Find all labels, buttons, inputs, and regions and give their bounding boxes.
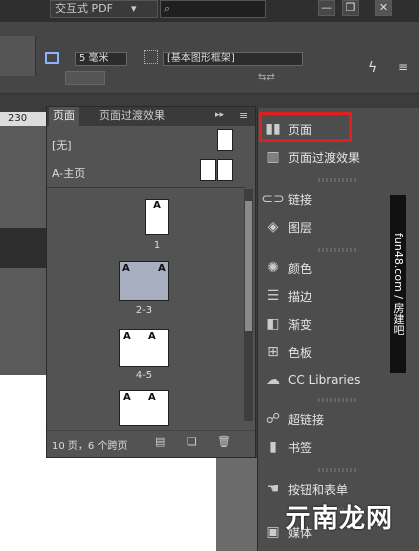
spread-label: 2-3 xyxy=(135,305,153,316)
pasteboard-right xyxy=(216,458,257,551)
control-bar: 5 毫米 [基本图形框架] ⇆⇄ ϟ ≡ xyxy=(0,22,419,94)
panel-menu-icon[interactable]: ≡ xyxy=(239,109,248,122)
stroke-weight-field[interactable]: 5 毫米 xyxy=(75,52,127,66)
side-banner: fun48.com / 房建吧 xyxy=(390,195,406,373)
panel-menu-icon[interactable]: ≡ xyxy=(398,60,408,78)
dock-item-label: CC Libraries xyxy=(288,373,361,387)
tab-pages[interactable]: 页面 xyxy=(49,107,79,126)
page-master-letter: A xyxy=(148,392,156,403)
dock-item-label: 颜色 xyxy=(288,261,313,276)
pasteboard-band xyxy=(0,228,46,268)
document-page xyxy=(0,375,46,551)
master-a-right-thumb[interactable] xyxy=(217,159,233,181)
restore-icon: ❐ xyxy=(345,1,356,14)
restore-button[interactable]: ❐ xyxy=(342,0,359,16)
color-icon: ✺ xyxy=(267,260,279,276)
close-icon: ✕ xyxy=(378,1,389,14)
collapse-panel-icon[interactable]: ▸▸ xyxy=(215,110,224,120)
stroke-weight-value: 5 毫米 xyxy=(79,53,109,64)
search-input[interactable]: ⌕ xyxy=(160,0,266,18)
close-button[interactable]: ✕ xyxy=(375,0,392,16)
pages-panel-footer: 10 页，6 个跨页 ▤ ❏ 🗑 xyxy=(47,430,255,457)
divider xyxy=(47,187,245,188)
chevron-down-icon: ▾ xyxy=(131,2,137,15)
highlight-box xyxy=(259,112,352,142)
spread-thumb-2-3[interactable]: A A xyxy=(119,261,169,301)
media-icon: ▣ xyxy=(266,524,280,540)
master-a-label: A-主页 xyxy=(52,167,86,180)
dock-separator xyxy=(318,468,358,472)
dock-item-label: 色板 xyxy=(288,345,313,360)
pages-panel: 页面 页面过渡效果 ▸▸ ≡ [无] A-主页 A 1 A A 2-3 A A … xyxy=(46,106,256,458)
dock-separator xyxy=(318,398,358,402)
pages-scrollbar[interactable] xyxy=(244,189,253,421)
dock-item-label: 书签 xyxy=(288,440,313,455)
edit-page-size-icon[interactable]: ▤ xyxy=(155,435,165,448)
links-icon: ⊂⊃ xyxy=(261,191,285,207)
dock-item-bookmarks[interactable]: ▮ 书签 xyxy=(258,433,418,461)
page-master-letter: A xyxy=(122,263,130,274)
page-master-letter: A xyxy=(148,331,156,342)
page-master-letter: A xyxy=(158,263,166,274)
page-master-letter: A xyxy=(123,392,131,403)
master-none-thumb[interactable] xyxy=(217,129,233,151)
dock-item-hyperlinks[interactable]: ☍ 超链接 xyxy=(258,405,418,433)
tab-page-transitions[interactable]: 页面过渡效果 xyxy=(95,107,169,126)
ruler-label: 230 xyxy=(8,113,28,124)
tab-transitions-label: 页面过渡效果 xyxy=(99,109,165,122)
page-master-letter: A xyxy=(123,331,131,342)
lightning-icon[interactable]: ϟ xyxy=(368,60,382,78)
page-thumb-1[interactable]: A xyxy=(145,199,169,235)
stroke-icon: ☰ xyxy=(266,288,280,304)
swatches-icon: ⊞ xyxy=(267,344,279,360)
dock-item-label: 描边 xyxy=(288,289,313,304)
stroke-type-dropdown[interactable] xyxy=(65,71,105,85)
dock-item-label: 图层 xyxy=(288,220,313,235)
cc-libraries-icon: ☁ xyxy=(266,372,280,388)
dock-item-label: 渐变 xyxy=(288,317,313,332)
dock-item-label: 链接 xyxy=(288,192,313,207)
spread-thumb-6-7[interactable]: A A xyxy=(119,390,169,426)
tab-pages-label: 页面 xyxy=(53,109,75,122)
dock-item-page-transitions[interactable]: ▥ 页面过渡效果 xyxy=(258,143,418,171)
spread-label: 4-5 xyxy=(135,370,153,381)
dock-item-label: 页面过渡效果 xyxy=(288,150,361,165)
dock-separator xyxy=(318,248,358,252)
stroke-weight-icon xyxy=(45,52,59,64)
layers-icon: ◈ xyxy=(267,219,279,235)
spread-thumb-4-5[interactable]: A A xyxy=(119,329,169,367)
new-page-icon[interactable]: ❏ xyxy=(187,435,197,448)
dock-item-label: 按钮和表单 xyxy=(288,482,349,497)
page-count: 10 页，6 个跨页 xyxy=(52,441,128,452)
workspace-label: 交互式 PDF xyxy=(55,2,113,15)
master-a[interactable]: A-主页 xyxy=(52,165,85,181)
master-a-left-thumb[interactable] xyxy=(200,159,216,181)
clear-overrides-icon[interactable]: ⇆⇄ xyxy=(258,72,298,84)
page-transitions-icon: ▥ xyxy=(266,149,280,165)
buttons-forms-icon: ☚ xyxy=(266,481,280,497)
minimize-icon: — xyxy=(321,1,332,14)
page-master-letter: A xyxy=(153,200,161,211)
master-none-label: [无] xyxy=(52,139,72,152)
reference-point-grid[interactable] xyxy=(0,36,36,76)
object-style-value: [基本图形框架] xyxy=(167,53,235,64)
delete-page-icon[interactable]: 🗑 xyxy=(217,435,231,448)
search-icon: ⌕ xyxy=(164,2,171,15)
workspace-switcher[interactable]: 交互式 PDF ▾ xyxy=(50,0,158,18)
hyperlinks-icon: ☍ xyxy=(265,411,281,427)
pages-panel-tabs: 页面 页面过渡效果 ▸▸ ≡ xyxy=(47,107,255,126)
minimize-button[interactable]: — xyxy=(318,0,335,16)
object-style-dropdown[interactable]: [基本图形框架] xyxy=(163,52,303,66)
spread-label: 1 xyxy=(153,240,161,251)
dock-item-label: 超链接 xyxy=(288,412,325,427)
object-style-icon xyxy=(144,50,158,64)
dock-separator xyxy=(318,178,358,182)
bookmarks-icon: ▮ xyxy=(269,439,277,455)
application-bar: 交互式 PDF ▾ ⌕ — ❐ ✕ xyxy=(0,0,419,22)
master-none[interactable]: [无] xyxy=(52,137,72,153)
gradient-icon: ◧ xyxy=(266,316,280,332)
watermark-text: 亓南龙网 xyxy=(285,504,394,534)
scrollbar-thumb[interactable] xyxy=(245,201,252,331)
